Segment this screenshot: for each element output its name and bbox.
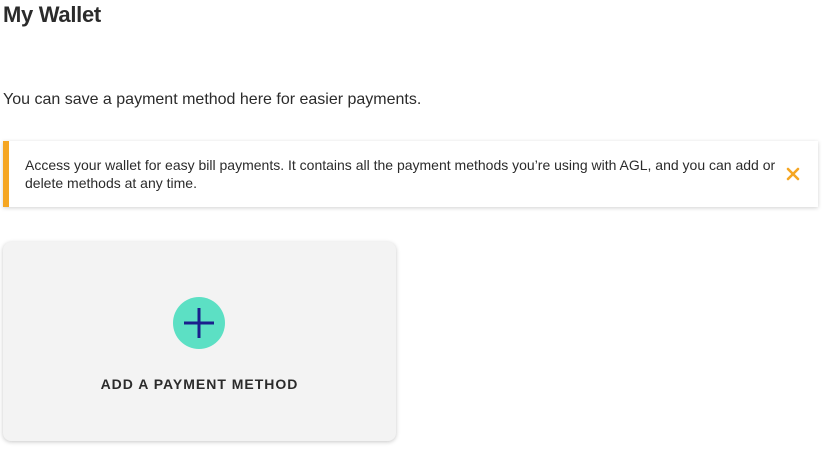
- page-title: My Wallet: [3, 2, 101, 27]
- close-notice-button[interactable]: [784, 165, 802, 183]
- notice-text: Access your wallet for easy bill payment…: [25, 157, 776, 191]
- wallet-page: My Wallet You can save a payment method …: [0, 0, 827, 451]
- add-payment-method-label: ADD A PAYMENT METHOD: [100, 376, 299, 392]
- intro-text: You can save a payment method here for e…: [3, 91, 422, 108]
- add-payment-method-card[interactable]: ADD A PAYMENT METHOD: [3, 242, 396, 441]
- close-icon: [786, 167, 800, 181]
- info-notice: Access your wallet for easy bill payment…: [3, 141, 818, 207]
- plus-icon: [173, 297, 225, 349]
